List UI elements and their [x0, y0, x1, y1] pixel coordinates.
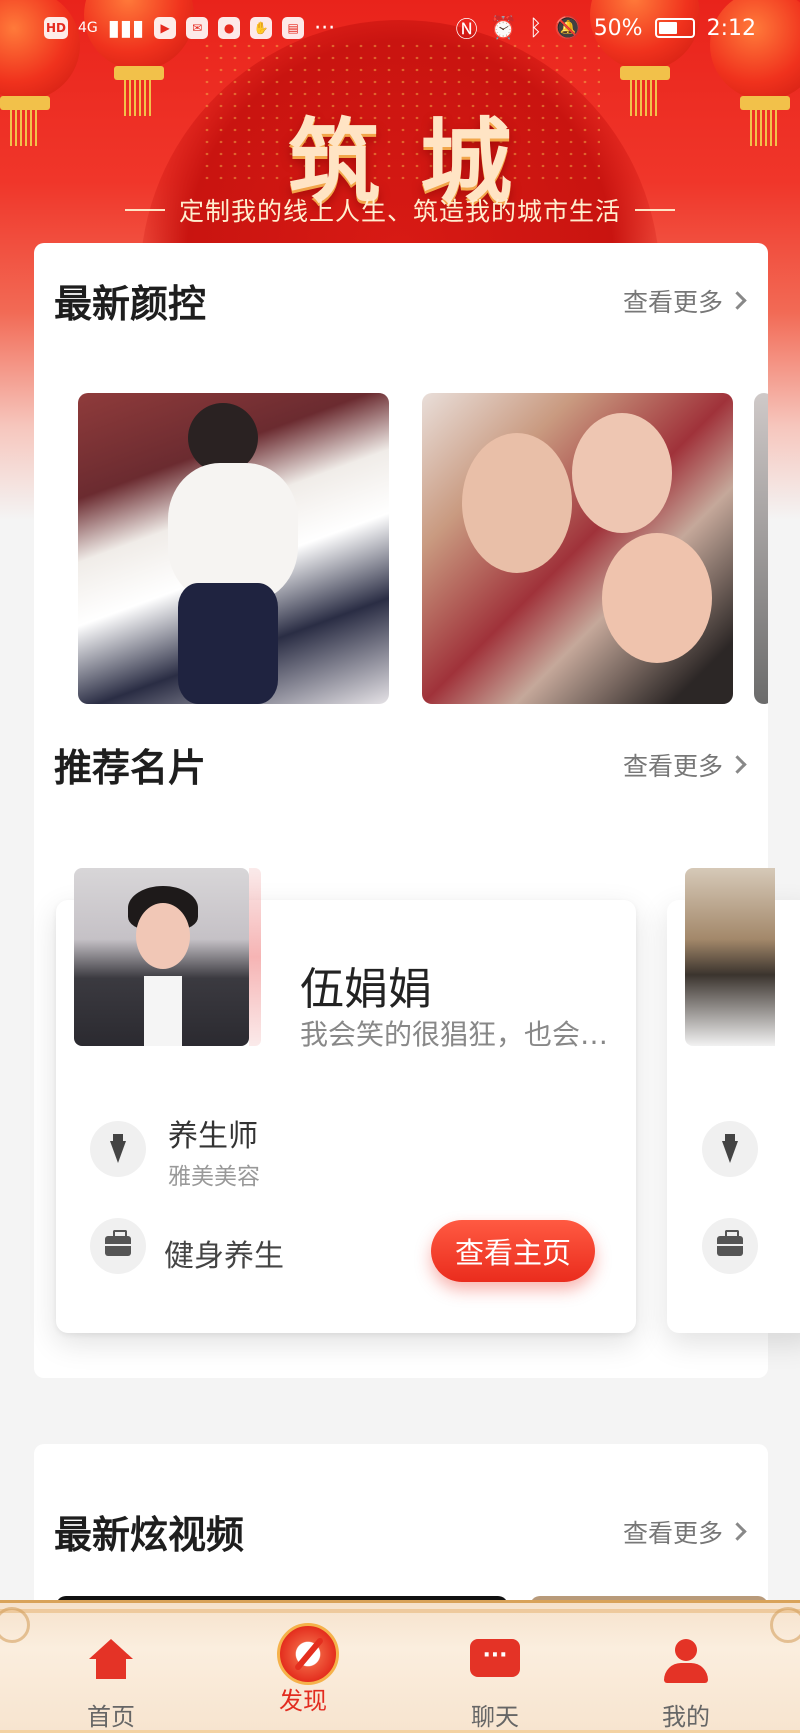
mute-icon: 🔕: [554, 15, 582, 41]
briefcase-icon: [717, 1230, 743, 1256]
chat-icon: [470, 1639, 520, 1677]
bluetooth-icon: ᛒ: [529, 15, 543, 41]
compass-icon: [277, 1623, 339, 1685]
face-figure: [572, 413, 672, 533]
nav-item-discover[interactable]: 发现: [243, 1623, 363, 1716]
alarm-icon: ⏰: [489, 15, 518, 41]
nav-item-profile[interactable]: 我的: [626, 1639, 746, 1732]
home-icon: [89, 1639, 133, 1679]
brand-tagline: 定制我的线上人生、筑造我的城市生活: [178, 197, 621, 226]
photo-thumbnail[interactable]: [422, 393, 733, 704]
photo-thumbnail[interactable]: [754, 393, 768, 704]
person-figure: [178, 583, 278, 704]
tie-icon: [110, 1134, 126, 1164]
book-icon: ▤: [282, 17, 305, 39]
avatar: [74, 868, 249, 1046]
chevron-right-icon: [728, 291, 747, 310]
briefcase-icon: [105, 1230, 131, 1256]
tie-icon: [722, 1134, 738, 1164]
face-figure: [462, 433, 572, 573]
namecard-name: 伍娟娟: [300, 964, 432, 1015]
view-more-label: 查看更多: [622, 287, 723, 317]
avatar-edge-decoration: [249, 868, 261, 1046]
corner-ornament: [0, 1607, 30, 1643]
nav-label: 首页: [87, 1703, 135, 1731]
bottom-navigation: 首页 发现 聊天 我的: [0, 1600, 800, 1733]
nfc-icon: Ⓝ: [455, 18, 478, 43]
view-more-label: 查看更多: [622, 1518, 723, 1548]
battery-percent: 50%: [593, 15, 643, 41]
nav-label: 我的: [662, 1703, 710, 1731]
user-icon: [664, 1639, 708, 1683]
recommended-cards-header: 推荐名片 查看更多: [54, 737, 747, 792]
briefcase-icon-badge: [90, 1218, 146, 1274]
mail-icon: ✉: [186, 17, 209, 39]
namecard-org: 雅美美容: [168, 1164, 260, 1190]
divider-line: [635, 209, 675, 211]
namecard-category: 健身养生: [164, 1239, 284, 1274]
bulb-icon: ●: [218, 17, 241, 39]
namecard-bio: 我会笑的很猖狂，也会…: [300, 1018, 609, 1051]
section-title: 最新炫视频: [54, 1513, 245, 1557]
view-homepage-button[interactable]: 查看主页: [431, 1220, 595, 1282]
play-icon: ▶: [154, 17, 177, 39]
view-more-label: 查看更多: [622, 751, 723, 781]
brand-tagline-row: 定制我的线上人生、筑造我的城市生活: [0, 192, 800, 228]
nav-label: 发现: [279, 1687, 327, 1715]
nav-label: 聊天: [471, 1703, 519, 1731]
view-more-link[interactable]: 查看更多: [622, 1514, 747, 1550]
view-more-link[interactable]: 查看更多: [622, 283, 747, 319]
tie-icon-badge: [702, 1121, 758, 1177]
hand-icon: ✋: [250, 17, 273, 39]
section-title: 推荐名片: [54, 746, 207, 790]
avatar: [685, 868, 775, 1046]
section-title: 最新颜控: [54, 282, 207, 326]
network-4g-icon: 4G: [78, 20, 98, 36]
status-bar: HD 4G ▮▮▮ ▶ ✉ ● ✋ ▤ ··· Ⓝ ⏰ ᛒ 🔕 50% 2:12: [0, 0, 800, 56]
chevron-right-icon: [728, 755, 747, 774]
latest-videos-header: 最新炫视频 查看更多: [54, 1504, 747, 1559]
clock-time: 2:12: [706, 15, 756, 41]
person-figure: [168, 463, 298, 603]
signal-icon: ▮▮▮: [107, 15, 145, 41]
nav-item-home[interactable]: 首页: [51, 1639, 171, 1732]
namecard-role: 养生师: [168, 1119, 258, 1154]
corner-ornament: [770, 1607, 800, 1643]
nav-item-chat[interactable]: 聊天: [435, 1639, 555, 1732]
divider-line: [124, 209, 165, 211]
photo-thumbnail[interactable]: [78, 393, 389, 704]
tie-icon-badge: [90, 1121, 146, 1177]
latest-looks-header: 最新颜控 查看更多: [54, 273, 747, 328]
view-more-link[interactable]: 查看更多: [622, 747, 747, 783]
battery-icon: [654, 18, 695, 38]
hd-icon: HD: [44, 17, 69, 39]
more-notifications-icon: ···: [314, 15, 336, 41]
briefcase-icon-badge: [702, 1218, 758, 1274]
face-figure: [602, 533, 712, 663]
chevron-right-icon: [728, 1522, 747, 1541]
